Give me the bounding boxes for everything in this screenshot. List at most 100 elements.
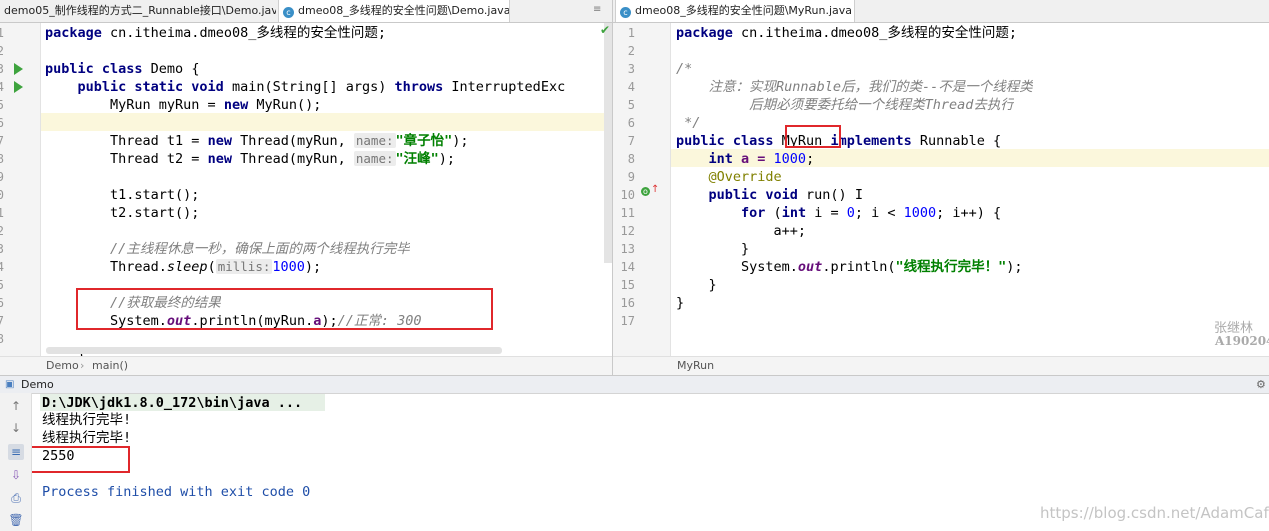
code-token: } [676,241,750,257]
code-line: public void run() I [676,186,863,204]
tab-list-icon[interactable]: ≡ [593,4,601,15]
line-number: 4 [0,80,4,94]
code-token: Demo { [142,61,200,77]
code-token: ( [765,205,782,221]
keyword: new [223,97,249,113]
line-number: 7 [627,134,635,148]
tab-dmeo08-myrun[interactable]: cdmeo08_多线程的安全性问题\MyRun.java✕ [615,0,855,22]
settings-gear-icon[interactable]: ⚙ [1256,376,1266,393]
code-token: run() [797,187,855,203]
current-line-highlight [41,113,612,131]
right-breadcrumb: MyRun [613,356,1269,375]
breadcrumb-class[interactable]: MyRun [677,357,714,375]
code-line: package cn.itheima.dmeo08_多线程的安全性问题; [676,24,1017,42]
console-line: 线程执行完毕! [42,412,132,428]
code-token: ); [452,133,469,149]
tab-demo05-demo[interactable]: demo05_制作线程的方式二_Runnable接口\Demo.java [0,0,276,22]
code-token: } [676,277,717,293]
override-arrow-icon: ↑ [651,184,660,195]
scroll-to-end-icon[interactable]: ⇩ [8,467,24,483]
code-token: t2.start(); [45,205,200,221]
line-number: 5 [0,98,4,112]
soft-wrap-icon[interactable]: ≡ [8,444,24,460]
keyword: package [45,25,102,41]
code-line: Thread t1 = new Thread(myRun, name: "章子怡"… [45,132,469,150]
run-main-icon[interactable] [14,81,23,93]
print-icon[interactable]: ⎙ [8,490,24,506]
code-line: System.out.println("线程执行完毕！"); [676,258,1022,276]
field-name: a = [732,151,774,167]
down-arrow-icon[interactable]: ↓ [8,420,24,436]
code-token: a++; [676,223,807,239]
number-literal: 1000 [773,151,807,167]
number-literal: 1000 [272,259,305,275]
code-token: } [676,295,685,311]
static-field: out [797,259,823,275]
tab-dmeo08-demo[interactable]: cdmeo08_多线程的安全性问题\Demo.java✕ [278,0,510,22]
code-token: Thread t1 = [45,133,208,149]
code-line: 后期必须要委托给一个线程类Thread去执行 [676,96,1014,114]
code-token: ; i++) { [936,205,1002,221]
blog-watermark: https://blog.csdn.net/AdamCafe [1040,504,1269,522]
inspection-check-icon: ✔ [600,23,611,37]
trash-icon[interactable]: 🗑 [8,512,24,528]
code-token: MyRun myRun = [45,97,224,113]
console-line-exit: Process finished with exit code 0 [42,484,311,500]
code-token: main(String[] args) [223,79,395,95]
line-number: 15 [0,278,4,292]
code-token: .println( [822,259,896,275]
code-line: } [676,276,717,294]
keyword: implements [830,133,912,149]
up-arrow-icon[interactable]: ↑ [8,398,24,414]
keyword: throws [394,79,444,95]
comment: /* [676,61,693,77]
run-panel-header: ▣ Demo ⚙ [0,375,1269,394]
breadcrumb-class[interactable]: Demo [46,357,79,375]
code-line: } [676,294,684,312]
code-line: for (int i = 0; i < 1000; i++) { [676,204,1001,222]
override-marker-icon[interactable]: o [641,187,650,196]
run-class-icon[interactable] [14,63,23,75]
line-number: 8 [627,152,635,166]
left-scrollbar[interactable] [604,23,612,263]
class-icon: c [620,7,631,18]
code-line: public class Demo { [45,60,199,78]
static-method: sleep [166,259,208,275]
code-line: } [676,240,749,258]
line-number: 6 [0,116,4,130]
line-number: 7 [0,134,4,148]
param-hint: name: [353,151,396,166]
annotation: @Override [676,169,782,185]
keyword: new [207,151,232,167]
code-line: a++; [676,222,807,240]
code-line: @Override [676,168,782,186]
highlight-box-result [76,288,493,330]
keyword: public class [676,133,774,149]
number-literal: 0 [846,205,855,221]
line-number: 14 [0,260,4,274]
line-number: 10 [620,188,635,202]
run-tab-title[interactable]: Demo [21,376,54,393]
code-token: cn.itheima.dmeo08_多线程的安全性问题; [732,25,1017,41]
param-hint: name: [353,133,396,148]
code-token: Thread(myRun, [231,133,354,149]
string-literal: "章子怡" [395,133,453,149]
code-line: t1.start(); [45,186,199,204]
run-toolbar: ↑ ↓ ≡ ⇩ ⎙ 🗑 [0,393,32,531]
line-number: 13 [0,242,4,256]
line-number: 18 [0,332,4,346]
code-token: cn.itheima.dmeo08_多线程的安全性问题; [101,25,386,41]
code-line: MyRun myRun = new MyRun(); [45,96,321,114]
line-number: 10 [0,188,4,202]
code-token: Thread(myRun, [231,151,354,167]
code-token: Thread t2 = [45,151,208,167]
breadcrumb-method[interactable]: main() [92,357,128,375]
comment: //主线程休息一秒，确保上面的两个线程执行完毕 [45,241,410,257]
keyword: int [781,205,807,221]
left-h-scrollbar[interactable] [46,347,502,354]
comment: 注意：实现Runnable后，我们的类--不是一个线程类 [676,79,1033,95]
line-number: 12 [620,224,635,238]
code-line: /* [676,60,692,78]
line-number: 17 [620,314,635,328]
